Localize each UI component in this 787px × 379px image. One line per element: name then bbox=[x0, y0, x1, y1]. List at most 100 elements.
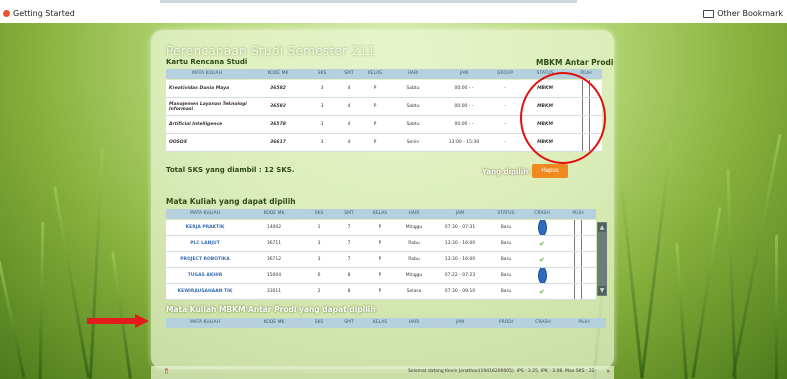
crash-cell bbox=[524, 220, 560, 235]
scroll-down-icon[interactable]: ▼ bbox=[598, 286, 606, 295]
cell: Baru bbox=[500, 225, 512, 230]
cell: 4 bbox=[347, 140, 351, 145]
course-link[interactable]: KERJA PRAKTIK bbox=[166, 220, 244, 235]
header-cell: HARI bbox=[408, 320, 420, 325]
bookmark-getting-started-label: Getting Started bbox=[13, 9, 75, 18]
mk-row: PROJECT ROBOTIKA 36712 3 7 P Rabu 13:30 - 16:0… bbox=[166, 252, 596, 268]
bookmark-other-label: Other Bookmark bbox=[717, 9, 783, 18]
cell: P bbox=[378, 241, 382, 246]
header-cell: SKS bbox=[314, 211, 324, 216]
mk-scrollbar[interactable]: ▲ ▼ bbox=[597, 222, 607, 296]
cell: Sabtu bbox=[406, 104, 420, 109]
cell: P bbox=[378, 273, 382, 278]
krs-title: Kartu Rencana Studi bbox=[166, 58, 248, 66]
cell: 1 bbox=[317, 225, 321, 230]
course-link[interactable]: PLC LANJUT bbox=[166, 236, 244, 251]
grass-blade bbox=[0, 259, 26, 379]
page-title: Perencanaan Studi Semester 211 bbox=[166, 44, 376, 58]
cell: - bbox=[504, 104, 506, 109]
welcome-text: Selamat datang Kevin Jonathan(1941620000… bbox=[407, 369, 596, 374]
pilih-cell bbox=[560, 236, 596, 251]
chevron-icon[interactable]: » bbox=[606, 368, 610, 375]
annotation-circle bbox=[520, 72, 606, 164]
mk-row: TUGAS AKHIR 15004 6 8 P Minggu 07:22 - 07:23 Ba… bbox=[166, 268, 596, 284]
cell: P bbox=[373, 86, 377, 91]
header-cell: KELAS bbox=[367, 71, 383, 76]
header-cell: MATA KULIAH bbox=[190, 211, 220, 216]
cell: 00:00 - - bbox=[454, 86, 474, 91]
cell: 3 bbox=[320, 122, 324, 127]
header-cell: GROUP bbox=[496, 71, 514, 76]
cell: 3 bbox=[317, 257, 321, 262]
course-name: Artificial Intelligence bbox=[169, 122, 223, 127]
pilih-checkbox[interactable] bbox=[574, 268, 582, 283]
cell: 36712 bbox=[266, 257, 282, 262]
cell: 4 bbox=[347, 104, 351, 109]
cell: 2 bbox=[317, 289, 321, 294]
grass-blade bbox=[619, 177, 644, 379]
header-cell: MATA KULIAH bbox=[190, 320, 220, 325]
cell: P bbox=[378, 225, 382, 230]
address-bar-edge bbox=[160, 0, 577, 3]
cell: P bbox=[373, 122, 377, 127]
cell: Sabtu bbox=[406, 86, 420, 91]
cell: 14002 bbox=[266, 225, 282, 230]
pilih-cell bbox=[560, 268, 596, 283]
course-link[interactable]: TUGAS AKHIR bbox=[166, 268, 244, 283]
pilih-checkbox[interactable] bbox=[574, 252, 582, 267]
crash-stop-icon bbox=[537, 220, 547, 235]
cell: 13:00 - 15:30 bbox=[448, 140, 480, 145]
cell: Senin bbox=[406, 140, 420, 145]
header-cell: PRODI bbox=[498, 320, 514, 325]
hapus-button[interactable]: Hapus bbox=[532, 164, 568, 178]
course-link[interactable]: KEWIRAUSAHAAN TIK bbox=[166, 284, 244, 299]
scroll-top-icon[interactable]: ⇑ bbox=[163, 368, 171, 376]
header-cell: HARI bbox=[407, 71, 419, 76]
cell: Rabu bbox=[408, 257, 420, 262]
header-cell: MATA KULIAH bbox=[192, 71, 222, 76]
crash-cell: ✔ bbox=[524, 252, 560, 267]
cell: Sabtu bbox=[406, 122, 420, 127]
bookmark-other[interactable]: Other Bookmark bbox=[703, 9, 783, 18]
bookmark-getting-started[interactable]: Getting Started bbox=[3, 9, 75, 18]
course-name: Manajemen Layanan Teknologi Informasi bbox=[169, 101, 247, 112]
folder-icon bbox=[703, 9, 715, 18]
cell: Baru bbox=[500, 273, 512, 278]
cell: 36711 bbox=[266, 241, 282, 246]
cell: P bbox=[373, 140, 377, 145]
annotation-arrow-shaft bbox=[87, 318, 137, 324]
pilih-checkbox[interactable] bbox=[574, 220, 582, 235]
pilih-cell bbox=[560, 284, 596, 299]
grass-blade bbox=[640, 140, 673, 379]
cell: P bbox=[378, 289, 382, 294]
header-cell: JAM bbox=[455, 211, 465, 216]
mk-row: KEWIRAUSAHAAN TIK 33011 2 8 P Selasa 07:30 - 0… bbox=[166, 284, 596, 300]
cell: Minggu bbox=[405, 225, 423, 230]
pilih-checkbox[interactable] bbox=[574, 284, 582, 299]
cell: 07:30 - 09:10 bbox=[444, 289, 476, 294]
pilih-checkbox[interactable] bbox=[574, 236, 582, 251]
grass-blade bbox=[726, 169, 737, 379]
annotation-arrow bbox=[87, 314, 149, 328]
header-cell: KODE MK bbox=[263, 211, 285, 216]
mbkm-title: MBKM Antar Prodi bbox=[536, 58, 614, 67]
cell: 8 bbox=[347, 289, 351, 294]
cell: 00:00 - - bbox=[454, 122, 474, 127]
mbkm-section-title: Mata Kuliah MBKM Antar Prodi yang dapat … bbox=[166, 305, 376, 314]
cell: - bbox=[504, 122, 506, 127]
grass-blade bbox=[53, 186, 90, 378]
crash-cell: ✔ bbox=[524, 284, 560, 299]
cell: 3 bbox=[320, 86, 324, 91]
header-cell: JAM bbox=[459, 71, 469, 76]
crash-cell bbox=[524, 268, 560, 283]
check-icon: ✔ bbox=[539, 287, 545, 296]
cell: 7 bbox=[347, 257, 351, 262]
cell: 8 bbox=[347, 273, 351, 278]
cell: Selasa bbox=[406, 289, 422, 294]
header-cell: KODE MK bbox=[263, 320, 285, 325]
course-link[interactable]: PROJECT ROBOTIKA bbox=[166, 252, 244, 267]
scroll-up-icon[interactable]: ▲ bbox=[598, 223, 606, 232]
course-name: OOSDX bbox=[169, 140, 188, 145]
cell: 4 bbox=[347, 86, 351, 91]
grass-blade bbox=[38, 221, 45, 379]
